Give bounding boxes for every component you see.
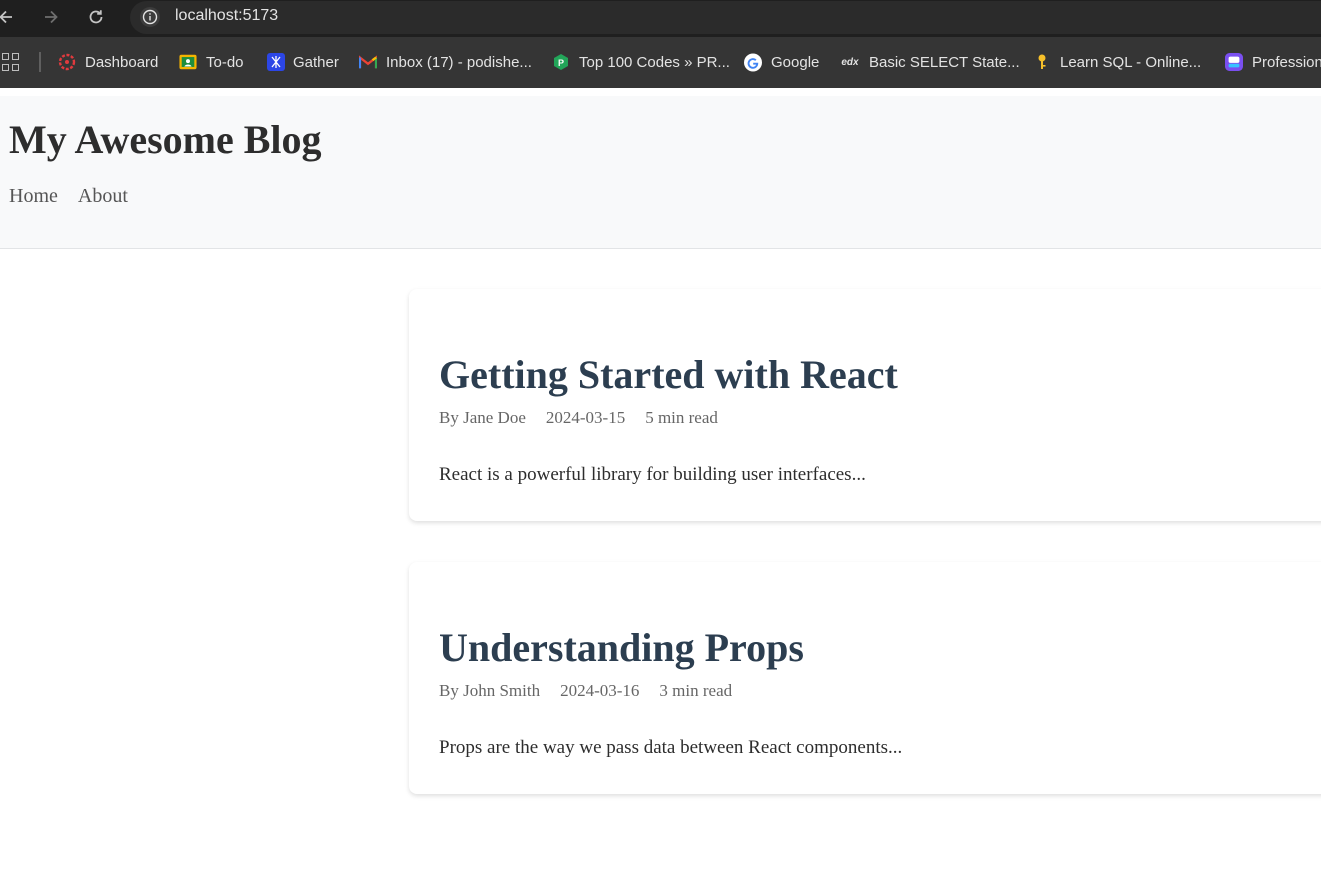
bookmark-label: Basic SELECT State... xyxy=(869,53,1020,71)
post-read-time: 3 min read xyxy=(659,681,733,700)
post-read-time: 5 min read xyxy=(645,408,718,427)
bookmark-profession[interactable]: Profession xyxy=(1225,51,1321,73)
google-icon xyxy=(744,53,762,71)
google-classroom-icon xyxy=(179,53,197,71)
bookmark-inbox[interactable]: Inbox (17) - podishe... xyxy=(359,51,532,73)
bookmark-gather[interactable]: Gather xyxy=(267,51,339,73)
post-meta: By Jane Doe 2024-03-15 5 min read xyxy=(439,408,718,428)
bookmark-label: Top 100 Codes » PR... xyxy=(579,53,730,71)
bookmark-to-do[interactable]: To-do xyxy=(179,51,244,73)
bookmarks-bar: Dashboard To-do Gather Inbox (17) - podi… xyxy=(0,37,1321,88)
post-author: By John Smith xyxy=(439,681,541,700)
bookmark-top-100-codes[interactable]: P Top 100 Codes » PR... xyxy=(552,51,730,73)
browser-toolbar: localhost:5173 xyxy=(0,0,1321,37)
back-button[interactable] xyxy=(0,6,18,28)
bookmark-label: Inbox (17) - podishe... xyxy=(386,53,532,71)
forward-arrow-icon xyxy=(45,10,58,24)
bookmark-basic-select[interactable]: edx Basic SELECT State... xyxy=(840,51,1020,73)
back-arrow-icon xyxy=(0,10,12,24)
forward-button[interactable] xyxy=(39,6,63,28)
bookmark-label: To-do xyxy=(206,53,244,71)
nav-link-home[interactable]: Home xyxy=(9,185,58,208)
post-excerpt: React is a powerful library for building… xyxy=(439,464,866,485)
post-title[interactable]: Understanding Props xyxy=(439,624,804,671)
address-bar[interactable]: localhost:5173 xyxy=(130,1,1321,34)
gmail-icon xyxy=(359,53,377,71)
svg-text:P: P xyxy=(558,58,564,68)
green-hexagon-icon: P xyxy=(552,53,570,71)
site-nav: Home About xyxy=(9,185,128,208)
post-author: By Jane Doe xyxy=(439,408,526,427)
purple-app-icon xyxy=(1225,53,1243,71)
bookmark-google[interactable]: Google xyxy=(744,51,819,73)
bookmark-learn-sql[interactable]: Learn SQL - Online... xyxy=(1033,51,1201,73)
gather-icon xyxy=(267,53,285,71)
post-meta: By John Smith 2024-03-16 3 min read xyxy=(439,681,732,701)
post-date: 2024-03-16 xyxy=(560,681,640,700)
site-header: My Awesome Blog Home About xyxy=(0,96,1321,249)
bookmark-label: Gather xyxy=(293,53,339,71)
bookmark-label: Google xyxy=(771,53,820,71)
post-title[interactable]: Getting Started with React xyxy=(439,351,898,398)
reload-icon xyxy=(89,10,103,24)
site-info-icon[interactable] xyxy=(140,7,160,27)
apps-grid-icon[interactable] xyxy=(2,53,20,71)
bookmark-dashboard[interactable]: Dashboard xyxy=(58,51,158,73)
post-card: Getting Started with React By Jane Doe 2… xyxy=(409,289,1321,521)
reload-button[interactable] xyxy=(84,6,108,28)
key-icon xyxy=(1033,53,1051,71)
canvas-icon xyxy=(58,53,76,71)
edx-icon: edx xyxy=(841,56,859,68)
nav-link-about[interactable]: About xyxy=(78,185,128,208)
site-title: My Awesome Blog xyxy=(9,117,322,162)
bookmark-label: Learn SQL - Online... xyxy=(1060,53,1202,71)
bookmark-label: Dashboard xyxy=(85,53,159,71)
url-text[interactable]: localhost:5173 xyxy=(175,7,278,25)
post-card: Understanding Props By John Smith 2024-0… xyxy=(409,562,1321,794)
post-excerpt: Props are the way we pass data between R… xyxy=(439,737,903,758)
bookmarks-divider xyxy=(39,52,41,72)
bookmark-label: Profession xyxy=(1252,53,1321,71)
post-date: 2024-03-15 xyxy=(545,408,626,427)
